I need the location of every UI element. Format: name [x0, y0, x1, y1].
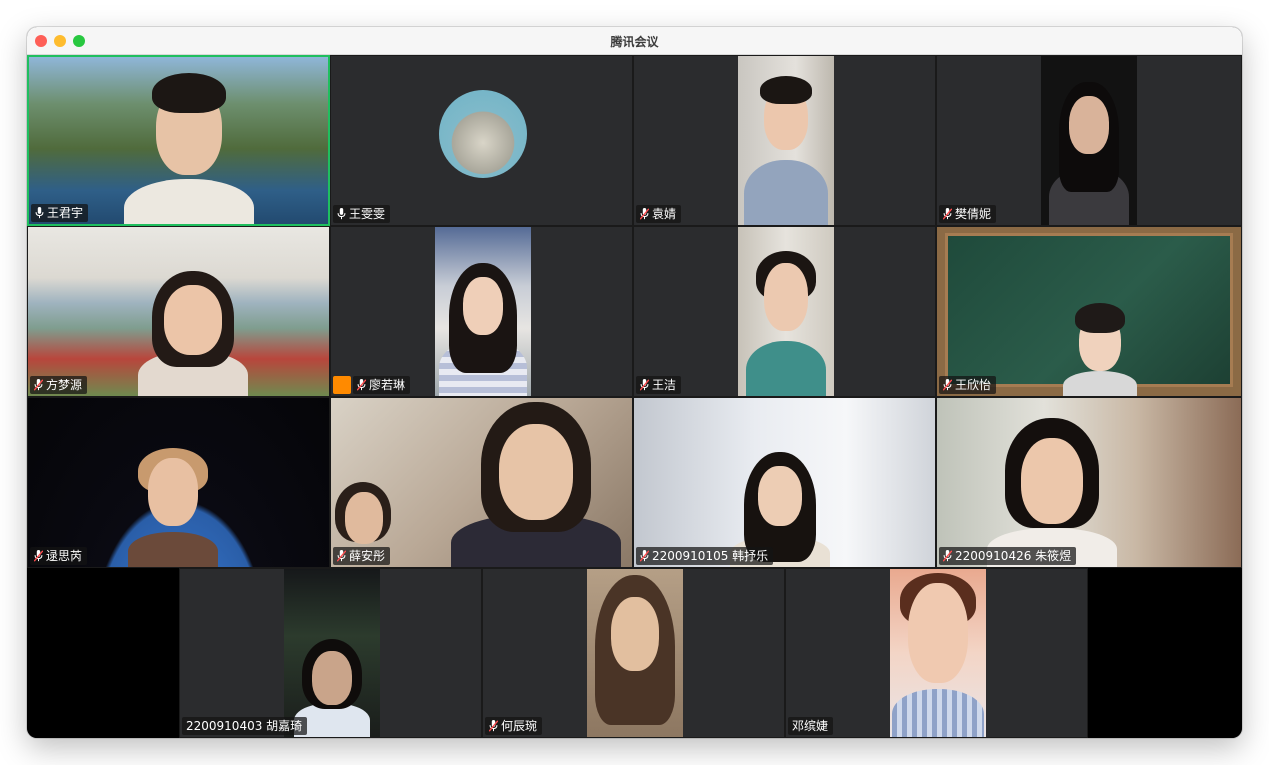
- video-feed: [587, 569, 683, 737]
- participant-label: 王君宇: [31, 204, 89, 222]
- microphone-icon: [35, 207, 44, 219]
- participant-label: 方梦源: [30, 376, 88, 394]
- participant-label: 2200910426 朱筱煜: [939, 547, 1077, 565]
- participant-figure: [124, 71, 254, 224]
- participant-label: 2200910105 韩抒乐: [636, 547, 774, 565]
- microphone-muted-icon: [943, 379, 952, 391]
- video-feed: [937, 398, 1241, 567]
- participant-name: 2200910403 胡嘉琦: [186, 719, 303, 733]
- participant-label: 逯思芮: [30, 547, 88, 565]
- participant-tile-9[interactable]: 逯思芮: [27, 397, 330, 568]
- participant-label: 薛安彤: [333, 547, 391, 565]
- participant-name: 王洁: [652, 378, 677, 392]
- participant-tile-5[interactable]: 方梦源: [27, 226, 330, 397]
- microphone-icon: [337, 208, 346, 220]
- participant-name: 邓缤婕: [792, 719, 829, 733]
- participant-label: 樊倩妮: [939, 205, 997, 223]
- participant-tile-11[interactable]: 2200910105 韩抒乐: [633, 397, 936, 568]
- microphone-muted-icon: [34, 550, 43, 562]
- video-feed: [28, 227, 329, 396]
- participant-name: 廖若琳: [369, 378, 406, 392]
- microphone-muted-icon: [943, 208, 952, 220]
- participant-tile-6[interactable]: 廖若琳: [330, 226, 633, 397]
- video-feed: [634, 398, 935, 567]
- participant-tile-8[interactable]: 王欣怡: [936, 226, 1242, 397]
- video-feed: [28, 398, 329, 567]
- microphone-muted-icon: [640, 208, 649, 220]
- participant-tile-1[interactable]: 王君宇: [27, 55, 330, 226]
- video-grid: 王君宇 王雯雯 袁婧 樊倩妮 方梦源 廖若琳 王洁 王欣怡 逯思芮 薛安彤 22…: [27, 55, 1242, 738]
- video-feed: [1041, 56, 1137, 225]
- participant-tile-13[interactable]: 2200910403 胡嘉琦: [179, 568, 482, 738]
- participant-label: 邓缤婕: [788, 717, 834, 735]
- video-feed: [331, 398, 632, 567]
- avatar: [439, 90, 527, 178]
- participant-name: 2200910426 朱筱煜: [955, 549, 1072, 563]
- participant-tile-14[interactable]: 何辰琬: [482, 568, 785, 738]
- participant-name: 王欣怡: [955, 378, 992, 392]
- participant-label: 袁婧: [636, 205, 682, 223]
- participant-tile-10[interactable]: 薛安彤: [330, 397, 633, 568]
- participant-label: 王欣怡: [939, 376, 997, 394]
- video-feed: [890, 569, 986, 737]
- participant-name: 逯思芮: [46, 549, 83, 563]
- participant-name: 袁婧: [652, 207, 677, 221]
- microphone-muted-icon: [640, 379, 649, 391]
- participant-label: 王洁: [636, 376, 682, 394]
- video-feed: [284, 569, 380, 737]
- video-feed: [738, 56, 834, 225]
- participant-name: 方梦源: [46, 378, 83, 392]
- microphone-muted-icon: [640, 550, 649, 562]
- participant-name: 何辰琬: [501, 719, 538, 733]
- participant-label: 2200910403 胡嘉琦: [182, 717, 308, 735]
- video-feed: [435, 227, 531, 396]
- video-feed: [738, 227, 834, 396]
- participant-name: 薛安彤: [349, 549, 386, 563]
- video-feed: [937, 227, 1241, 396]
- participant-name: 樊倩妮: [955, 207, 992, 221]
- microphone-muted-icon: [34, 379, 43, 391]
- participant-name: 王君宇: [47, 206, 84, 220]
- participant-label: 廖若琳: [353, 376, 411, 394]
- avatar-placeholder-icon: [333, 376, 351, 394]
- meeting-window: 腾讯会议 王君宇 王雯雯 袁婧 樊倩妮 方梦源 廖若琳 王洁 王欣怡 逯思芮 薛…: [27, 27, 1242, 738]
- participant-label: 何辰琬: [485, 717, 543, 735]
- microphone-muted-icon: [357, 379, 366, 391]
- participant-tile-4[interactable]: 樊倩妮: [936, 55, 1242, 226]
- participant-tile-3[interactable]: 袁婧: [633, 55, 936, 226]
- participant-tile-2[interactable]: 王雯雯: [330, 55, 633, 226]
- participant-tile-15[interactable]: 邓缤婕: [785, 568, 1088, 738]
- participant-name: 王雯雯: [349, 207, 386, 221]
- participant-tile-12[interactable]: 2200910426 朱筱煜: [936, 397, 1242, 568]
- microphone-muted-icon: [337, 550, 346, 562]
- participant-name: 2200910105 韩抒乐: [652, 549, 769, 563]
- window-title: 腾讯会议: [610, 35, 659, 49]
- microphone-muted-icon: [943, 550, 952, 562]
- video-feed: [29, 57, 328, 224]
- participant-label: 王雯雯: [333, 205, 391, 223]
- microphone-muted-icon: [489, 720, 498, 732]
- participant-tile-7[interactable]: 王洁: [633, 226, 936, 397]
- title-bar[interactable]: 腾讯会议: [27, 27, 1242, 55]
